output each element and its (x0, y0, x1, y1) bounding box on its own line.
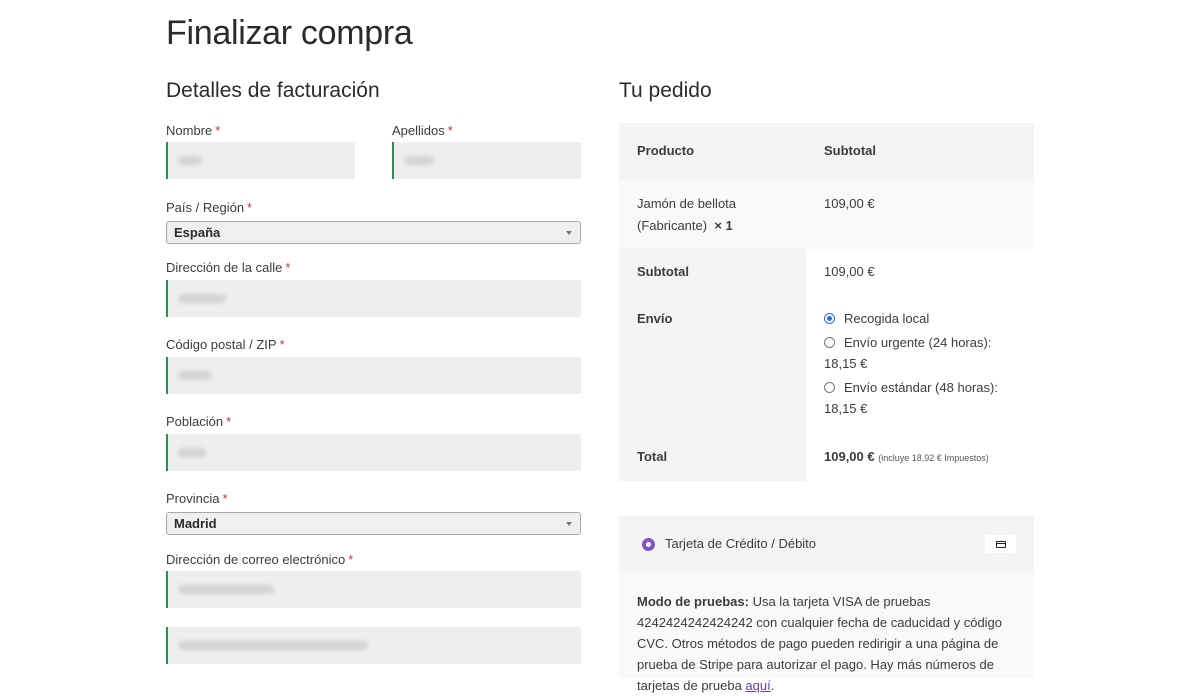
shipping-urgent-price: 18,15 € (824, 356, 868, 371)
billing-title: Detalles de facturación (166, 79, 380, 102)
item-name: Jamón de bellota (637, 196, 737, 211)
email-field[interactable] (166, 571, 581, 608)
test-mode-text: Modo de pruebas: Usa la tarjeta VISA de … (637, 594, 1003, 693)
shipping-radio-local[interactable] (824, 313, 835, 324)
subtotal-label: Subtotal (637, 264, 689, 279)
chevron-down-icon (566, 230, 572, 235)
item-manufacturer: (Fabricante) × 1 (637, 218, 733, 233)
last-name-field[interactable] (392, 142, 581, 179)
additional-field[interactable] (166, 627, 581, 664)
total-value: 109,00 € (incluye 18,92 € Impuestos) (824, 449, 989, 464)
province-label: Provincia * (166, 491, 228, 506)
street-label: Dirección de la calle * (166, 260, 291, 275)
credit-card-icon (985, 535, 1016, 553)
product-header: Producto (637, 143, 695, 158)
order-title: Tu pedido (619, 79, 712, 102)
page-title: Finalizar compra (166, 14, 413, 52)
item-quantity: × 1 (714, 218, 733, 233)
payment-method-label[interactable]: Tarjeta de Crédito / Débito (665, 533, 816, 555)
shipping-option-urgent[interactable]: Envío urgente (24 horas): (844, 332, 991, 354)
last-name-label: Apellidos * (392, 123, 453, 138)
shipping-option-standard[interactable]: Envío estándar (48 horas): (844, 377, 998, 399)
city-label: Población * (166, 414, 232, 429)
payment-method-header[interactable]: Tarjeta de Crédito / Débito (619, 516, 1034, 573)
province-select[interactable]: Madrid (166, 512, 581, 535)
shipping-option-local[interactable]: Recogida local (844, 308, 929, 330)
item-price: 109,00 € (824, 196, 875, 211)
payment-description: Modo de pruebas: Usa la tarjeta VISA de … (619, 573, 1034, 693)
total-label: Total (637, 449, 668, 464)
email-label: Dirección de correo electrónico * (166, 552, 354, 567)
postcode-label: Código postal / ZIP * (166, 337, 285, 352)
postcode-field[interactable] (166, 357, 581, 394)
order-table-header: Producto Subtotal (619, 123, 1034, 180)
first-name-field[interactable] (166, 142, 355, 179)
country-label: País / Región * (166, 200, 253, 215)
chevron-down-icon (566, 521, 572, 526)
subtotal-value: 109,00 € (824, 264, 875, 279)
subtotal-header: Subtotal (824, 143, 876, 158)
order-item-row: Jamón de bellota (Fabricante) × 1 109,00… (619, 180, 1034, 249)
city-field[interactable] (166, 434, 581, 471)
shipping-radio-standard[interactable] (824, 382, 835, 393)
first-name-label: Nombre * (166, 123, 221, 138)
street-field[interactable] (166, 280, 581, 317)
country-select[interactable]: España (166, 221, 581, 244)
test-cards-link[interactable]: aquí (745, 678, 770, 693)
shipping-radio-urgent[interactable] (824, 337, 835, 348)
tax-note: (incluye 18,92 € Impuestos) (878, 453, 989, 463)
shipping-label: Envío (637, 311, 673, 326)
payment-radio[interactable] (642, 538, 655, 551)
shipping-standard-price: 18,15 € (824, 401, 868, 416)
